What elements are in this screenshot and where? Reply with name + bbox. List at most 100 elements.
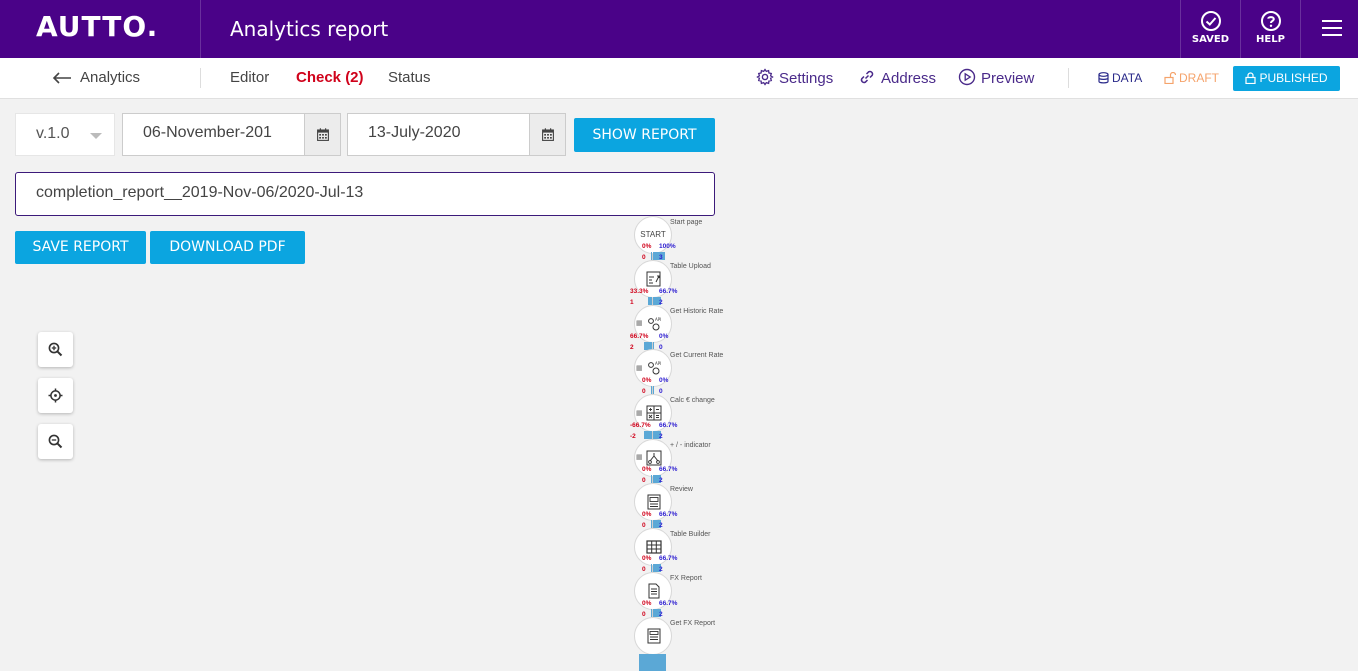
- tab-check[interactable]: Check (2): [296, 69, 364, 86]
- start-date-input[interactable]: 06-November-201: [122, 113, 305, 156]
- svg-text:API: API: [655, 317, 661, 322]
- app-logo[interactable]: AUTTO.: [36, 10, 158, 43]
- flow-node-label: Start page: [670, 219, 703, 226]
- menu-line: [1322, 20, 1342, 22]
- unlock-icon: [1164, 71, 1177, 85]
- report-name-input[interactable]: completion_report__2019-Nov-06/2020-Jul-…: [15, 172, 715, 216]
- grid-icon: ▦: [636, 410, 643, 417]
- menu-line: [1322, 27, 1342, 29]
- flow-right-count: 2: [659, 566, 663, 573]
- flow-left-bar: [651, 520, 652, 528]
- flow-right-count: 2: [659, 522, 663, 529]
- start-date-calendar-button[interactable]: [304, 113, 341, 156]
- version-select[interactable]: v.1.0: [15, 113, 115, 156]
- help-label: HELP: [1256, 34, 1285, 45]
- preview-link[interactable]: Preview: [958, 68, 1034, 87]
- zoom-in-icon: [48, 342, 63, 357]
- address-link[interactable]: Address: [858, 68, 936, 87]
- save-report-button[interactable]: SAVE REPORT: [15, 231, 146, 264]
- calendar-icon: [317, 128, 329, 141]
- flow-left-count: -2: [630, 433, 636, 440]
- flow-end-bar: [639, 654, 666, 671]
- show-report-button[interactable]: SHOW REPORT: [574, 118, 715, 152]
- flow-left-count: 0: [642, 566, 646, 573]
- document-icon: [647, 628, 661, 644]
- lock-icon: [1245, 72, 1257, 85]
- flow-left-percent: -66.7%: [630, 422, 651, 429]
- flow-right-count: 2: [659, 299, 663, 306]
- flow-left-count: 2: [630, 344, 634, 351]
- flow-left-count: 0: [642, 254, 646, 261]
- tab-status[interactable]: Status: [388, 69, 431, 86]
- crosshair-icon: [48, 388, 63, 403]
- flow-left-percent: 0%: [642, 377, 652, 384]
- flow-right-count: 3: [659, 254, 663, 261]
- back-link-label: Analytics: [80, 69, 141, 86]
- document-icon: [648, 583, 660, 599]
- tab-editor[interactable]: Editor: [230, 69, 269, 86]
- play-icon: [958, 68, 976, 86]
- grid-icon: ▦: [636, 320, 643, 327]
- flow-left-percent: 0%: [642, 243, 652, 250]
- help-button[interactable]: HELP: [1240, 0, 1300, 58]
- gear-icon: [756, 68, 774, 86]
- start-node-text: START: [640, 230, 666, 239]
- end-date-input[interactable]: 13-July-2020: [347, 113, 530, 156]
- flow-node-get-fx-report[interactable]: [634, 617, 672, 655]
- draft-label: DRAFT: [1179, 71, 1219, 85]
- back-to-analytics-link[interactable]: Analytics: [52, 69, 140, 86]
- flow-right-percent: 66.7%: [659, 466, 678, 473]
- flow-left-percent: 0%: [642, 466, 652, 473]
- settings-link[interactable]: Settings: [756, 68, 833, 87]
- draft-button[interactable]: DRAFT: [1164, 66, 1219, 91]
- calendar-icon: [542, 128, 554, 141]
- check-circle-icon: [1200, 11, 1221, 31]
- published-button[interactable]: PUBLISHED: [1233, 66, 1340, 91]
- flow-right-percent: 0%: [659, 377, 669, 384]
- review-icon: [647, 494, 661, 510]
- flow-right-percent: 66.7%: [659, 288, 678, 295]
- hamburger-menu-icon[interactable]: [1300, 0, 1358, 58]
- branch-icon: [646, 450, 662, 466]
- data-label: DATA: [1112, 71, 1143, 85]
- zoom-out-button[interactable]: [38, 424, 73, 459]
- nav-divider: [200, 68, 201, 88]
- address-label: Address: [881, 70, 937, 87]
- api-gear-icon: API: [648, 317, 661, 331]
- flow-node-label: Review: [670, 486, 693, 493]
- flow-node-label: Get FX Report: [670, 620, 716, 627]
- grid-icon: ▦: [636, 365, 643, 372]
- flow-left-count: 1: [630, 299, 634, 306]
- flow-left-percent: 33.3%: [630, 288, 649, 295]
- recenter-button[interactable]: [38, 378, 73, 413]
- flow-left-bar: [644, 431, 652, 439]
- zoom-out-icon: [48, 434, 63, 449]
- download-pdf-button[interactable]: DOWNLOAD PDF: [150, 231, 305, 264]
- flow-left-percent: 66.7%: [630, 333, 649, 340]
- help-icon: [1260, 11, 1281, 31]
- saved-label: SAVED: [1191, 34, 1230, 45]
- database-icon: [1098, 72, 1109, 84]
- link-icon: [860, 70, 874, 84]
- grid-icon: ▦: [636, 454, 643, 461]
- flow-node-label: Table Upload: [670, 263, 711, 270]
- page-title: Analytics report: [230, 17, 389, 41]
- flow-right-count: 0: [659, 388, 663, 395]
- upload-icon: [646, 271, 661, 287]
- flow-right-count: 2: [659, 477, 663, 484]
- saved-button[interactable]: SAVED: [1180, 0, 1240, 58]
- flow-left-bar: [651, 252, 652, 260]
- flow-right-percent: 100%: [659, 243, 676, 250]
- sub-navigation: Analytics Editor Check (2) Status Settin…: [0, 58, 1358, 99]
- flow-left-bar: [651, 475, 652, 483]
- api-gear-icon: API: [648, 361, 661, 375]
- flow-right-percent: 66.7%: [659, 600, 678, 607]
- end-date-calendar-button[interactable]: [529, 113, 566, 156]
- table-icon: [646, 540, 662, 554]
- flow-left-bar: [651, 386, 652, 394]
- flow-node-label: Get Historic Rate: [670, 308, 724, 315]
- flow-left-count: 0: [642, 477, 646, 484]
- zoom-in-button[interactable]: [38, 332, 73, 367]
- data-button[interactable]: DATA: [1098, 66, 1142, 91]
- top-bar: AUTTO. Analytics report SAVED HELP: [0, 0, 1358, 58]
